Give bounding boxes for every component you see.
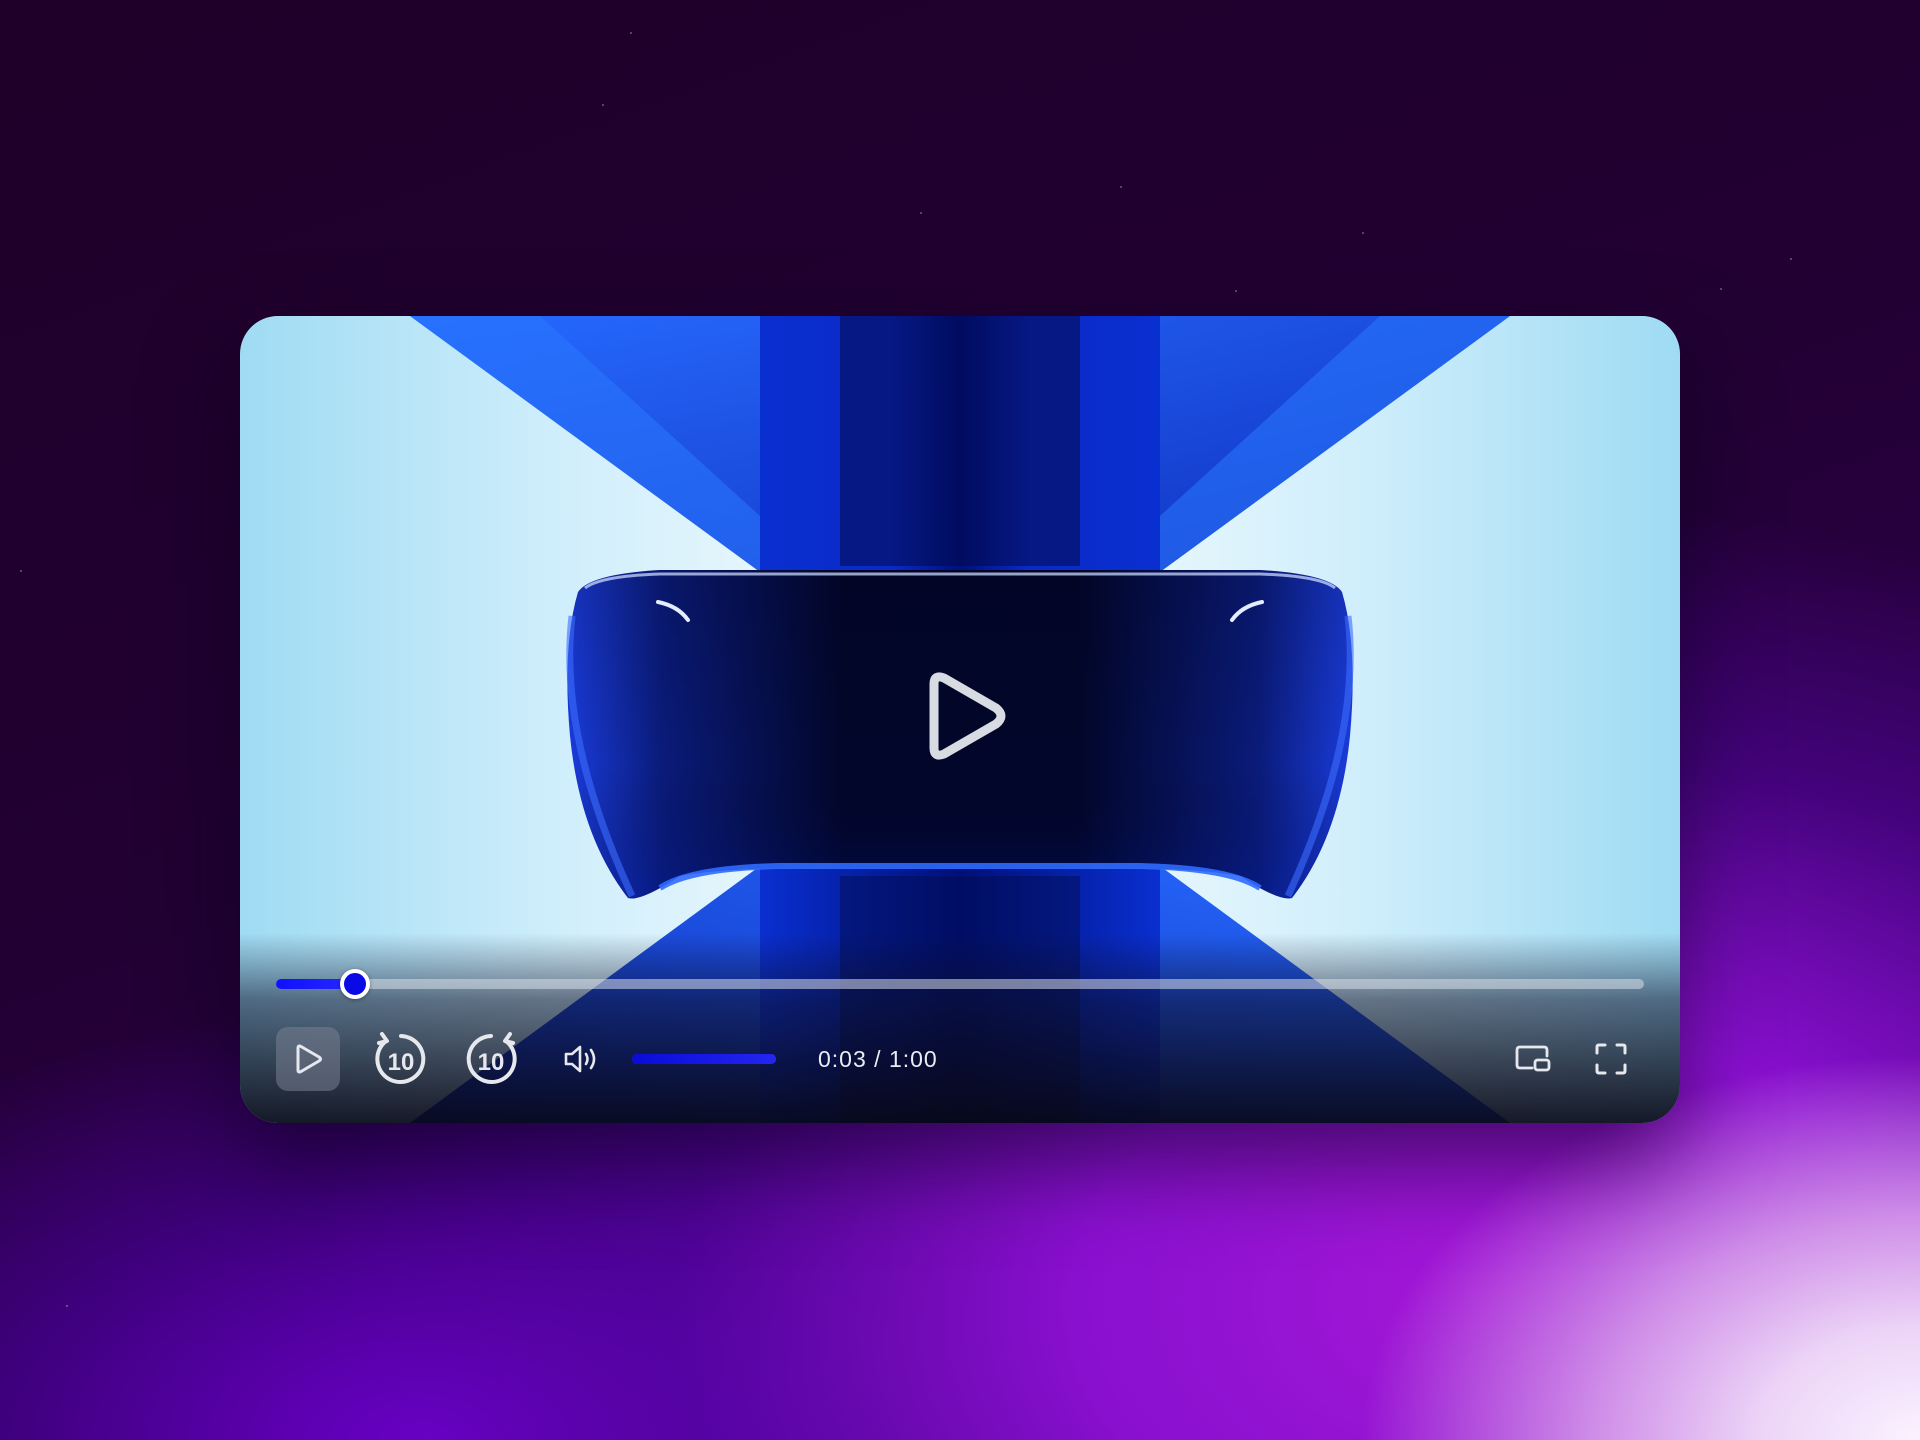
seek-bar[interactable]	[276, 969, 1644, 999]
time-display: 0:03 / 1:00	[818, 1042, 938, 1076]
seek-bar-handle[interactable]	[340, 969, 371, 999]
current-time: 0:03	[818, 1046, 867, 1072]
video-player: 10 10 0:03 / 1:00	[240, 316, 1680, 1123]
play-icon	[296, 1044, 322, 1074]
picture-in-picture-icon	[1515, 1045, 1551, 1072]
rewind-seconds-label: 10	[388, 1049, 415, 1076]
play-icon	[929, 672, 1006, 760]
time-separator: /	[866, 1046, 889, 1072]
big-play-button[interactable]	[912, 664, 1012, 768]
controls-overlay	[240, 933, 1680, 1123]
rewind-10-button[interactable]: 10	[370, 1028, 432, 1090]
forward-10-button[interactable]: 10	[460, 1028, 522, 1090]
duration: 1:00	[888, 1046, 938, 1072]
picture-in-picture-button[interactable]	[1512, 1041, 1554, 1077]
mute-button[interactable]	[562, 1042, 600, 1076]
volume-slider-level	[632, 1054, 776, 1064]
play-button[interactable]	[276, 1027, 340, 1091]
fullscreen-button[interactable]	[1592, 1040, 1630, 1078]
volume-icon	[564, 1045, 596, 1073]
volume-slider[interactable]	[632, 1054, 776, 1064]
forward-seconds-label: 10	[478, 1049, 505, 1076]
fullscreen-icon	[1595, 1043, 1627, 1075]
forward-10-icon: 10	[466, 1032, 517, 1084]
rewind-10-icon: 10	[375, 1032, 426, 1084]
